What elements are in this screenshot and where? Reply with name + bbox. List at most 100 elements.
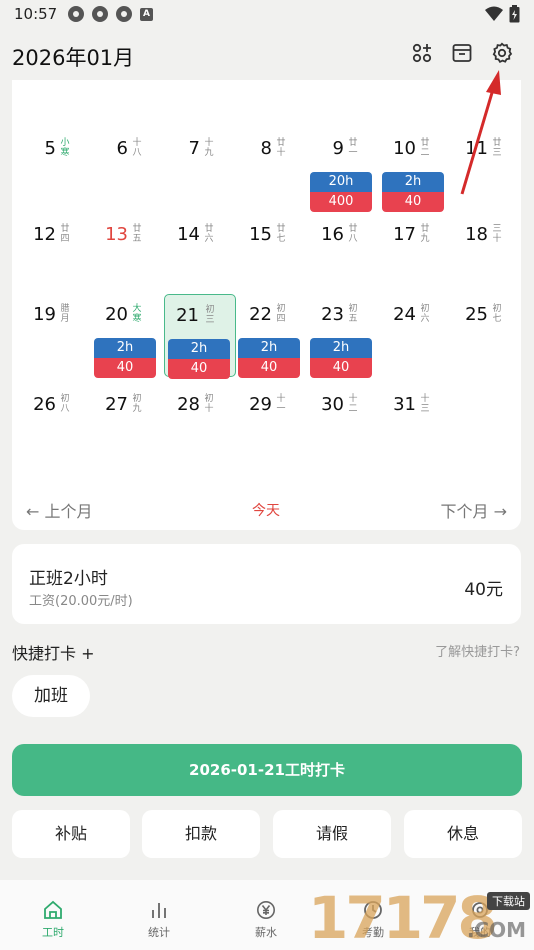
punch-button[interactable]: 2026-01-21工时打卡	[12, 744, 522, 796]
lunar-date: 十八	[132, 138, 142, 158]
day-summary-card[interactable]: 正班2小时 工资(20.00元/时) 40元	[12, 544, 521, 624]
calendar-day[interactable]: 19 腊月	[20, 304, 92, 386]
calendar-day[interactable]: 11 廿三	[452, 138, 524, 220]
lunar-date: 十二	[348, 394, 358, 414]
overtime-chip[interactable]: 加班	[12, 675, 90, 717]
settings-icon[interactable]	[489, 40, 515, 66]
system-icons	[485, 5, 520, 23]
site-watermark: 17178 下载站 .COM	[308, 884, 534, 950]
app-notification-icon	[92, 6, 108, 22]
prev-month-button[interactable]: ← 上个月	[26, 498, 93, 522]
a-notification-icon: A	[140, 7, 153, 21]
day-number: 6	[116, 138, 128, 159]
day-number: 14	[177, 224, 200, 245]
day-number: 8	[260, 138, 272, 159]
summary-amount: 40元	[464, 580, 503, 600]
calendar-day[interactable]: 27 初九	[92, 394, 164, 476]
calendar-day[interactable]: 9 廿一 20h 400	[308, 138, 380, 220]
day-number: 9	[332, 138, 344, 159]
day-number: 28	[177, 394, 200, 415]
day-number: 5	[44, 138, 56, 159]
calendar-day[interactable]: 18 三十	[452, 224, 524, 306]
calendar-day[interactable]: 15 廿七	[236, 224, 308, 306]
day-number: 15	[249, 224, 272, 245]
day-number: 21	[176, 305, 199, 326]
badge-hours: 2h	[310, 338, 372, 358]
lunar-date: 初五	[348, 304, 358, 324]
today-button[interactable]: 今天	[252, 500, 280, 520]
calendar-day[interactable]: 30 十二	[308, 394, 380, 476]
tab-worktime[interactable]: 工时	[13, 898, 93, 940]
calendar-day[interactable]: 13 廿五	[92, 224, 164, 306]
calendar-day[interactable]: 28 初十	[164, 394, 236, 476]
home-icon	[44, 900, 62, 919]
quick-punch-help-link[interactable]: 了解快捷打卡?	[435, 641, 520, 660]
calendar-day[interactable]: 22 初四 2h 40	[236, 304, 308, 386]
deduction-button[interactable]: 扣款	[142, 810, 260, 858]
lunar-date: 初十	[204, 394, 214, 414]
calendar-day[interactable]: 20 大寒 2h 40	[92, 304, 164, 386]
watermark-domain: .COM	[466, 918, 526, 942]
work-badge: 2h 40	[94, 338, 156, 378]
tab-label: 统计	[148, 926, 170, 939]
quick-punch-add[interactable]: 快捷打卡 +	[12, 640, 95, 664]
tab-salary[interactable]: 薪水	[226, 898, 306, 940]
leave-button[interactable]: 请假	[273, 810, 391, 858]
lunar-date: 初六	[420, 304, 430, 324]
app-header: 2026年01月	[0, 36, 534, 76]
bar-chart-icon	[152, 903, 166, 918]
month-title[interactable]: 2026年01月	[12, 42, 134, 72]
rest-button[interactable]: 休息	[404, 810, 522, 858]
badge-hours: 20h	[310, 172, 372, 192]
calendar-day[interactable]: 16 廿八	[308, 224, 380, 306]
calendar-day[interactable]: 5 小寒	[20, 138, 92, 220]
lunar-date: 腊月	[60, 304, 70, 324]
calendar-day[interactable]: 23 初五 2h 40	[308, 304, 380, 386]
lunar-date: 大寒	[132, 304, 142, 324]
lunar-date: 廿十	[276, 138, 286, 158]
calendar-day[interactable]: 7 十九	[164, 138, 236, 220]
subsidy-button[interactable]: 补贴	[12, 810, 130, 858]
tab-stats[interactable]: 统计	[119, 898, 199, 940]
calendar-day[interactable]: 24 初六	[380, 304, 452, 386]
day-number: 25	[465, 304, 488, 325]
yen-icon	[257, 901, 275, 919]
badge-amount: 400	[310, 192, 372, 212]
calendar-day[interactable]: 29 十一	[236, 394, 308, 476]
day-number: 16	[321, 224, 344, 245]
battery-icon	[509, 5, 520, 23]
calendar-day[interactable]: 12 廿四	[20, 224, 92, 306]
day-number: 12	[33, 224, 56, 245]
day-number: 30	[321, 394, 344, 415]
day-number: 11	[465, 138, 488, 159]
lunar-date: 廿三	[492, 138, 502, 158]
lunar-date: 小寒	[60, 138, 70, 158]
watermark-tag: 下载站	[487, 892, 530, 910]
calendar-nav: ← 上个月 今天 下个月 →	[12, 498, 521, 522]
calendar-day[interactable]: 10 廿二 2h 40	[380, 138, 452, 220]
calendar-day[interactable]: 25 初七	[452, 304, 524, 386]
app-notification-icon	[116, 6, 132, 22]
tab-label: 工时	[42, 926, 64, 939]
lunar-date: 廿二	[420, 138, 430, 158]
day-number: 17	[393, 224, 416, 245]
calendar-day[interactable]: 21 初三 2h 40	[164, 294, 236, 379]
lunar-date: 初八	[60, 394, 70, 414]
day-number: 10	[393, 138, 416, 159]
calendar-day[interactable]: 17 廿九	[380, 224, 452, 306]
lunar-date: 初九	[132, 394, 142, 414]
lunar-date: 廿九	[420, 224, 430, 244]
next-month-button[interactable]: 下个月 →	[441, 498, 508, 522]
day-number: 20	[105, 304, 128, 325]
calendar-day[interactable]: 8 廿十	[236, 138, 308, 220]
calendar-day[interactable]: 31 十三	[380, 394, 452, 476]
calendar-day[interactable]: 6 十八	[92, 138, 164, 220]
lunar-date: 廿五	[132, 224, 142, 244]
archive-icon[interactable]	[449, 40, 475, 66]
badge-amount: 40	[94, 358, 156, 378]
apps-add-icon[interactable]	[409, 40, 435, 66]
work-badge: 2h 40	[238, 338, 300, 378]
badge-amount: 40	[310, 358, 372, 378]
calendar-day[interactable]: 26 初八	[20, 394, 92, 476]
day-number: 24	[393, 304, 416, 325]
